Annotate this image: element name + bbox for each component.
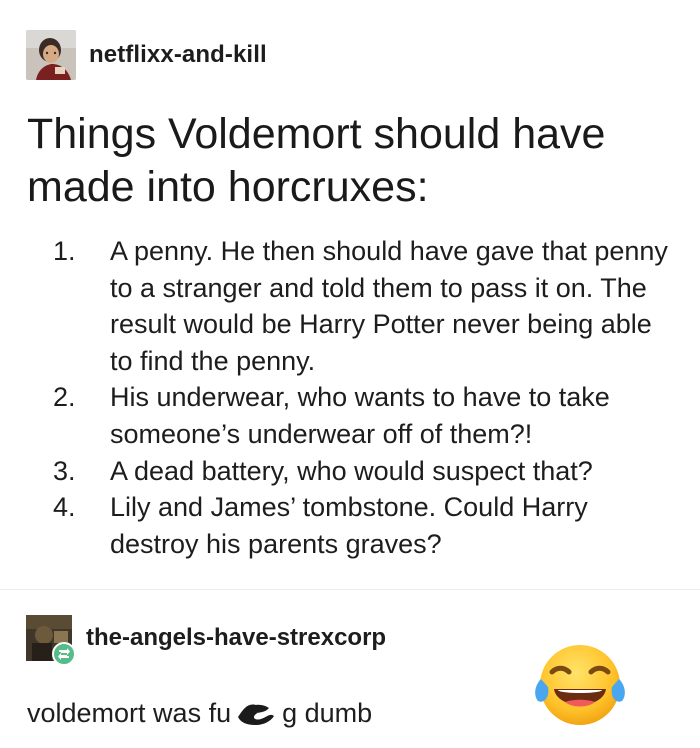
list-item: 3. A dead battery, who would suspect tha… bbox=[53, 453, 673, 490]
reblogger-avatar[interactable] bbox=[26, 615, 76, 666]
list-item: 1. A penny. He then should have gave tha… bbox=[53, 233, 673, 379]
list-item-number: 4. bbox=[53, 492, 76, 523]
list-item-number: 2. bbox=[53, 382, 76, 413]
reblog-author[interactable]: the-angels-have-strexcorp bbox=[86, 624, 386, 652]
list-item-number: 1. bbox=[53, 236, 76, 266]
reblog-comment-text: voldemort was fu g dumb bbox=[27, 695, 372, 729]
user-avatar-icon bbox=[26, 30, 76, 80]
post-title: Things Voldemort should have made into h… bbox=[27, 110, 606, 211]
censor-scribble-icon bbox=[237, 704, 274, 725]
list-item-text: A dead battery, who would suspect that? bbox=[110, 455, 593, 486]
post-author[interactable]: netflixx-and-kill bbox=[89, 41, 267, 69]
laughing-tears-emoji-icon bbox=[535, 645, 625, 725]
horcrux-list: 1. A penny. He then should have gave tha… bbox=[53, 233, 673, 562]
list-item: 2. His underwear, who wants to have to t… bbox=[53, 379, 673, 452]
list-item-text: His underwear, who wants to have to take… bbox=[110, 382, 610, 449]
list-item-text: A penny. He then should have gave that p… bbox=[110, 236, 668, 376]
laughing-emoji-overlay bbox=[527, 638, 633, 732]
original-post: netflixx-and-kill Things Voldemort shoul… bbox=[0, 0, 700, 590]
reblog-icon bbox=[52, 642, 76, 666]
list-item: 4. Lily and James’ tombstone. Could Harr… bbox=[53, 489, 673, 562]
list-item-number: 3. bbox=[53, 455, 76, 486]
author-avatar[interactable] bbox=[26, 30, 76, 80]
comment-text-end: g dumb bbox=[282, 698, 373, 728]
comment-text-start: voldemort was fu bbox=[27, 698, 232, 728]
post-header: netflixx-and-kill bbox=[26, 28, 267, 82]
reblog-header: the-angels-have-strexcorp bbox=[26, 614, 386, 666]
list-item-text: Lily and James’ tombstone. Could Harry d… bbox=[110, 492, 588, 559]
